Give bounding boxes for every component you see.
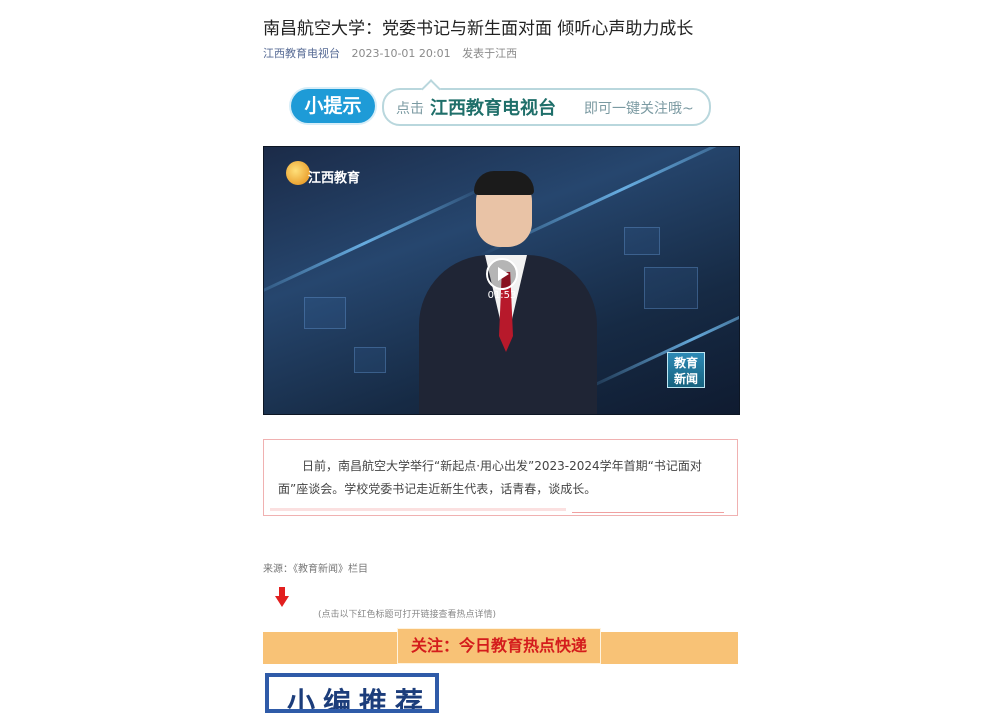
- logo-text: 江西教育: [308, 171, 361, 186]
- tip-post-text: 即可一键关注哦~: [584, 101, 694, 117]
- publish-location: 发表于江西: [462, 47, 518, 60]
- focus-title: 关注：今日教育热点快递: [397, 628, 601, 664]
- anchor-hair: [474, 171, 534, 195]
- link-hint: (点击以下红色标题可打开链接查看热点详情): [318, 610, 497, 620]
- article-title: 南昌航空大学：党委书记与新生面对面 倾听心声助力成长: [263, 19, 694, 39]
- background-tile: [354, 347, 386, 373]
- summary-box: 日前，南昌航空大学举行“新起点·用心出发”2023-2024学年首期“书记面对面…: [263, 439, 738, 516]
- badge-line2: 新闻: [673, 372, 698, 386]
- publish-date: 2023-10-01 20:01: [351, 47, 451, 60]
- follow-tip-banner[interactable]: 点击 江西教育电视台 即可一键关注哦~: [382, 88, 711, 126]
- tip-badge: 小提示: [291, 89, 375, 123]
- tip-account-name: 江西教育电视台: [430, 98, 556, 119]
- decorative-divider: [572, 512, 724, 513]
- recommend-header: 小编推荐: [265, 673, 439, 713]
- recommend-title: 小编推荐: [287, 686, 432, 713]
- article-meta: 江西教育电视台 2023-10-01 20:01 发表于江西: [263, 45, 517, 61]
- badge-line1: 教育: [673, 356, 698, 370]
- background-tile: [304, 297, 346, 329]
- video-player[interactable]: 江西教育 01:53 教育 新闻: [263, 146, 740, 415]
- play-icon[interactable]: [486, 258, 518, 290]
- account-link[interactable]: 江西教育电视台: [263, 47, 340, 60]
- news-program-badge: 教育 新闻: [667, 352, 705, 388]
- source-note: 来源：《教育新闻》栏目: [263, 564, 368, 575]
- summary-text: 日前，南昌航空大学举行“新起点·用心出发”2023-2024学年首期“书记面对面…: [278, 459, 702, 496]
- focus-banner: 关注：今日教育热点快递: [263, 628, 738, 664]
- decorative-divider: [270, 508, 566, 511]
- logo-emblem-icon: [286, 161, 310, 185]
- arrow-down-icon: [275, 587, 289, 608]
- video-duration: 01:53: [487, 290, 517, 301]
- background-tile: [624, 227, 660, 255]
- background-tile: [644, 267, 698, 309]
- tip-pre-text: 点击: [396, 101, 424, 117]
